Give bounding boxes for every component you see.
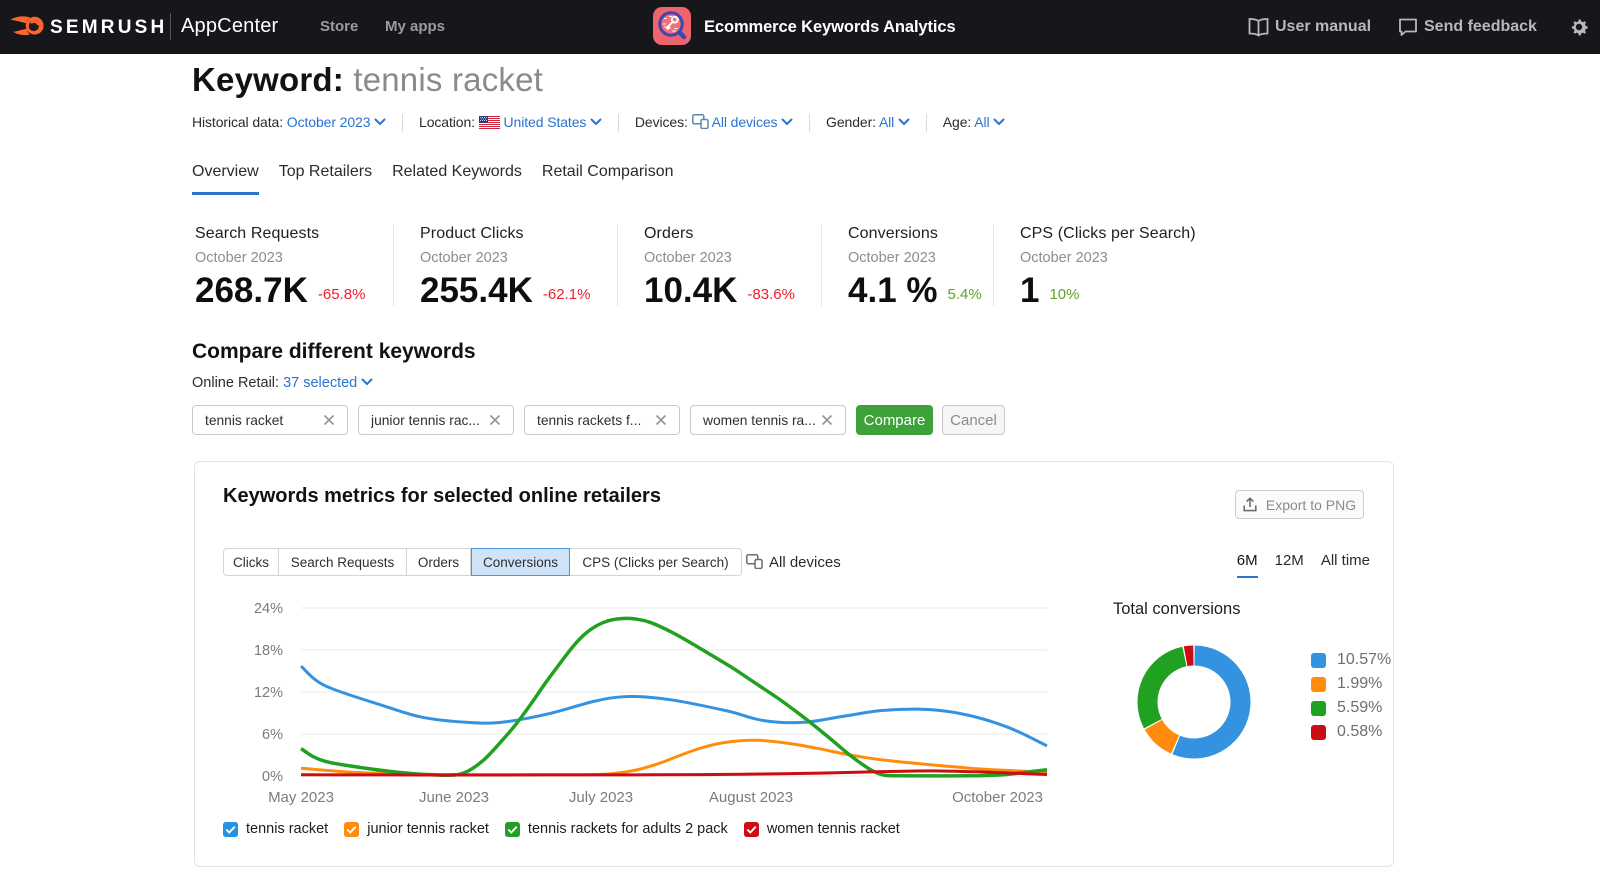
- svg-text:May 2023: May 2023: [268, 789, 334, 806]
- svg-text:12%: 12%: [254, 685, 283, 701]
- svg-text:October 2023: October 2023: [952, 789, 1043, 806]
- svg-text:0%: 0%: [262, 769, 283, 785]
- svg-text:July 2023: July 2023: [569, 789, 633, 806]
- svg-text:6%: 6%: [262, 727, 283, 743]
- svg-text:24%: 24%: [254, 601, 283, 617]
- svg-text:18%: 18%: [254, 643, 283, 659]
- svg-text:June 2023: June 2023: [419, 789, 489, 806]
- svg-text:August 2023: August 2023: [709, 789, 793, 806]
